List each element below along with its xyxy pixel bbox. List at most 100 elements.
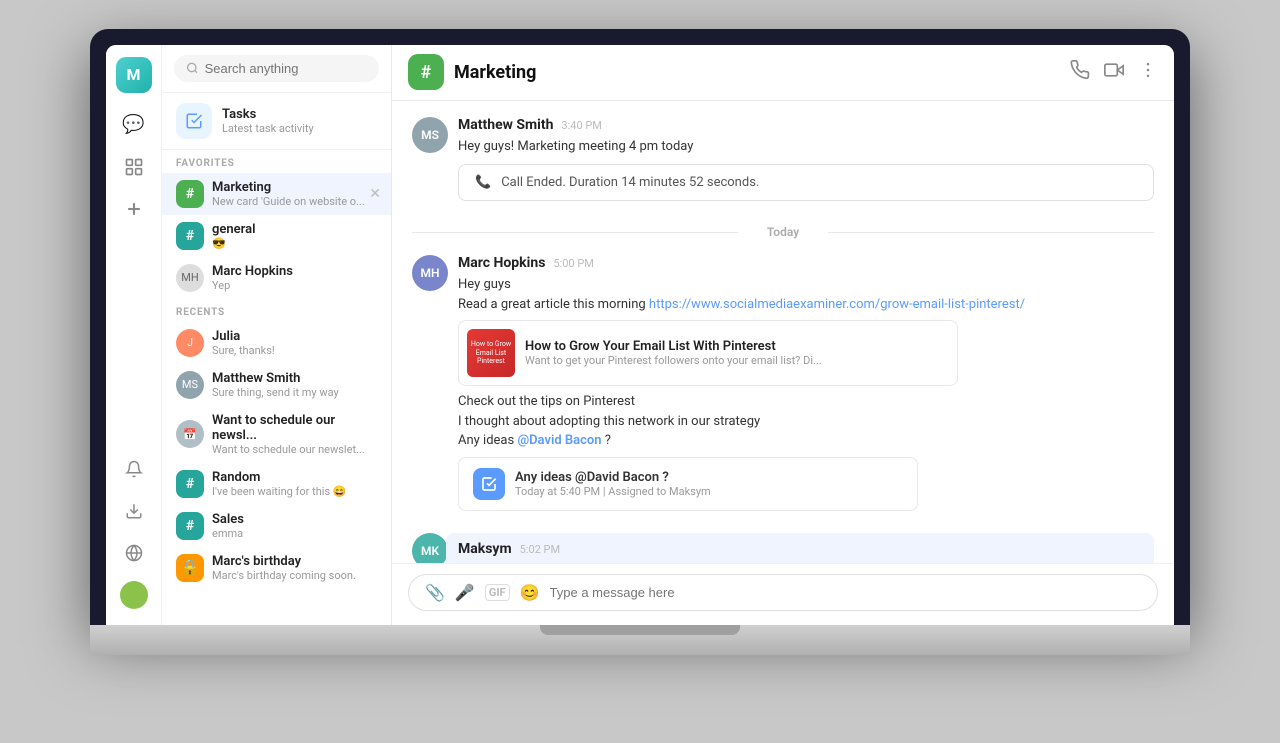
user-avatar[interactable]: M: [116, 57, 152, 93]
search-icon: [186, 61, 199, 75]
message-text-mention: Any ideas @David Bacon ?: [458, 431, 1154, 451]
tasks-title: Tasks: [222, 107, 314, 122]
channel-item-general[interactable]: # general 😎: [162, 215, 391, 257]
channel-preview: Yep: [212, 279, 377, 292]
event-icon: 🔒: [176, 554, 204, 582]
message-text: Hey guys: [458, 275, 1154, 295]
message-content: Marc Hopkins 5:00 PM Hey guys Read a gre…: [458, 255, 1154, 517]
channel-preview: Sure, thanks!: [212, 344, 377, 357]
recents-label: RECENTS: [162, 299, 391, 322]
call-ended-box: 📞 Call Ended. Duration 14 minutes 52 sec…: [458, 164, 1154, 201]
article-link[interactable]: https://www.socialmediaexaminer.com/grow…: [649, 297, 1025, 312]
link-preview: How to GrowEmail ListPinterest How to Gr…: [458, 320, 958, 386]
laptop-base: [90, 625, 1190, 655]
channel-item-marketing[interactable]: # Marketing New card 'Guide on website o…: [162, 173, 391, 215]
search-input[interactable]: [205, 61, 367, 76]
message-avatar: MK: [412, 533, 448, 563]
message-time: 5:02 PM: [520, 543, 560, 556]
chat-messages: MS Matthew Smith 3:40 PM Hey guys! Marke…: [392, 101, 1174, 563]
dm-avatar: MS: [176, 371, 204, 399]
channel-item-random[interactable]: # Random I've been waiting for this 😄: [162, 463, 391, 505]
channel-hash-icon: #: [176, 470, 204, 498]
video-icon[interactable]: [1104, 60, 1124, 85]
globe-nav-icon[interactable]: [116, 535, 152, 571]
day-divider: Today: [412, 225, 1154, 239]
more-options-icon[interactable]: [1138, 60, 1158, 85]
chat-input-area: 📎 🎤 GIF 😊: [392, 563, 1174, 625]
call-ended-text: Call Ended. Duration 14 minutes 52 secon…: [501, 175, 759, 190]
channel-item-sales[interactable]: # Sales emma: [162, 505, 391, 547]
channel-name: Marc's birthday: [212, 554, 377, 569]
link-preview-title: How to Grow Your Email List With Pintere…: [525, 339, 822, 354]
channel-preview: Marc's birthday coming soon.: [212, 569, 377, 582]
channel-name: Marc Hopkins: [212, 264, 377, 279]
message-avatar: MH: [412, 255, 448, 291]
link-preview-image: How to GrowEmail ListPinterest: [467, 329, 515, 377]
gif-icon[interactable]: GIF: [485, 584, 510, 601]
channel-preview: 😎: [212, 237, 377, 250]
channel-name: Want to schedule our newsl...: [212, 413, 377, 443]
message-time: 3:40 PM: [561, 119, 601, 132]
channel-preview: New card 'Guide on website o...: [212, 195, 377, 208]
phone-ended-icon: 📞: [475, 175, 491, 190]
channel-list: Tasks Latest task activity FAVORITES # M…: [162, 45, 392, 625]
profile-nav-icon[interactable]: [116, 577, 152, 613]
dm-avatar: MH: [176, 264, 204, 292]
favorites-label: FAVORITES: [162, 150, 391, 173]
task-quote-title: Any ideas @David Bacon ?: [515, 470, 711, 485]
channel-name: general: [212, 222, 377, 237]
task-quote-meta: Today at 5:40 PM | Assigned to Maksym: [515, 485, 711, 498]
channel-hash-icon: #: [176, 222, 204, 250]
message-text: Check out the tips on Pinterest: [458, 392, 1154, 412]
channel-preview: Sure thing, send it my way: [212, 386, 377, 399]
channel-item-matthew[interactable]: MS Matthew Smith Sure thing, send it my …: [162, 364, 391, 406]
download-nav-icon[interactable]: [116, 493, 152, 529]
message-author: Maksym: [458, 541, 512, 557]
channel-header-name: Marketing: [454, 62, 1060, 83]
close-channel-btn[interactable]: ✕: [369, 186, 381, 202]
channel-item-marc-hopkins[interactable]: MH Marc Hopkins Yep: [162, 257, 391, 299]
dm-avatar: J: [176, 329, 204, 357]
bell-nav-icon[interactable]: [116, 451, 152, 487]
tasks-item[interactable]: Tasks Latest task activity: [162, 93, 391, 150]
channel-preview: Want to schedule our newslet...: [212, 443, 377, 456]
dm-avatar: 📅: [176, 420, 204, 448]
message-content: Matthew Smith 3:40 PM Hey guys! Marketin…: [458, 117, 1154, 210]
tasks-subtitle: Latest task activity: [222, 122, 314, 135]
channel-header-icon: #: [408, 54, 444, 90]
message-author: Matthew Smith: [458, 117, 553, 133]
message-content-highlighted: Maksym 5:02 PM Hm..we've already discuss…: [446, 533, 1154, 563]
channel-name: Random: [212, 470, 377, 485]
emoji-icon[interactable]: 😊: [520, 583, 540, 602]
icon-sidebar: M 💬: [106, 45, 162, 625]
channel-hash-icon: #: [176, 180, 204, 208]
attachment-icon[interactable]: 📎: [425, 583, 445, 602]
message-time: 5:00 PM: [553, 257, 593, 270]
tasks-icon: [176, 103, 212, 139]
channel-name: Marketing: [212, 180, 377, 195]
message-group: MS Matthew Smith 3:40 PM Hey guys! Marke…: [412, 117, 1154, 210]
channel-preview: emma: [212, 527, 377, 540]
channel-name: Sales: [212, 512, 377, 527]
message-avatar: MS: [412, 117, 448, 153]
channel-item-newsletter[interactable]: 📅 Want to schedule our newsl... Want to …: [162, 406, 391, 463]
message-text: Hey guys! Marketing meeting 4 pm today: [458, 137, 1154, 157]
mention-david[interactable]: @David Bacon: [517, 433, 601, 448]
microphone-icon[interactable]: 🎤: [455, 583, 475, 602]
message-group-maksym: MK Maksym 5:02 PM Hm..we've already disc…: [412, 533, 1154, 563]
channel-item-birthday[interactable]: 🔒 Marc's birthday Marc's birthday coming…: [162, 547, 391, 589]
phone-icon[interactable]: [1070, 60, 1090, 85]
chat-header: # Marketing: [392, 45, 1174, 101]
message-input[interactable]: [550, 585, 1141, 600]
search-bar: [162, 45, 391, 93]
chat-nav-icon[interactable]: 💬: [116, 107, 152, 143]
chat-main: # Marketing: [392, 45, 1174, 625]
message-link-line: Read a great article this morning https:…: [458, 295, 1154, 315]
task-quote-icon: [473, 468, 505, 500]
contacts-nav-icon[interactable]: [116, 149, 152, 185]
channel-preview: I've been waiting for this 😄: [212, 485, 377, 498]
channel-item-julia[interactable]: J Julia Sure, thanks!: [162, 322, 391, 364]
message-author: Marc Hopkins: [458, 255, 545, 271]
add-nav-icon[interactable]: [116, 191, 152, 227]
link-preview-desc: Want to get your Pinterest followers ont…: [525, 354, 822, 367]
